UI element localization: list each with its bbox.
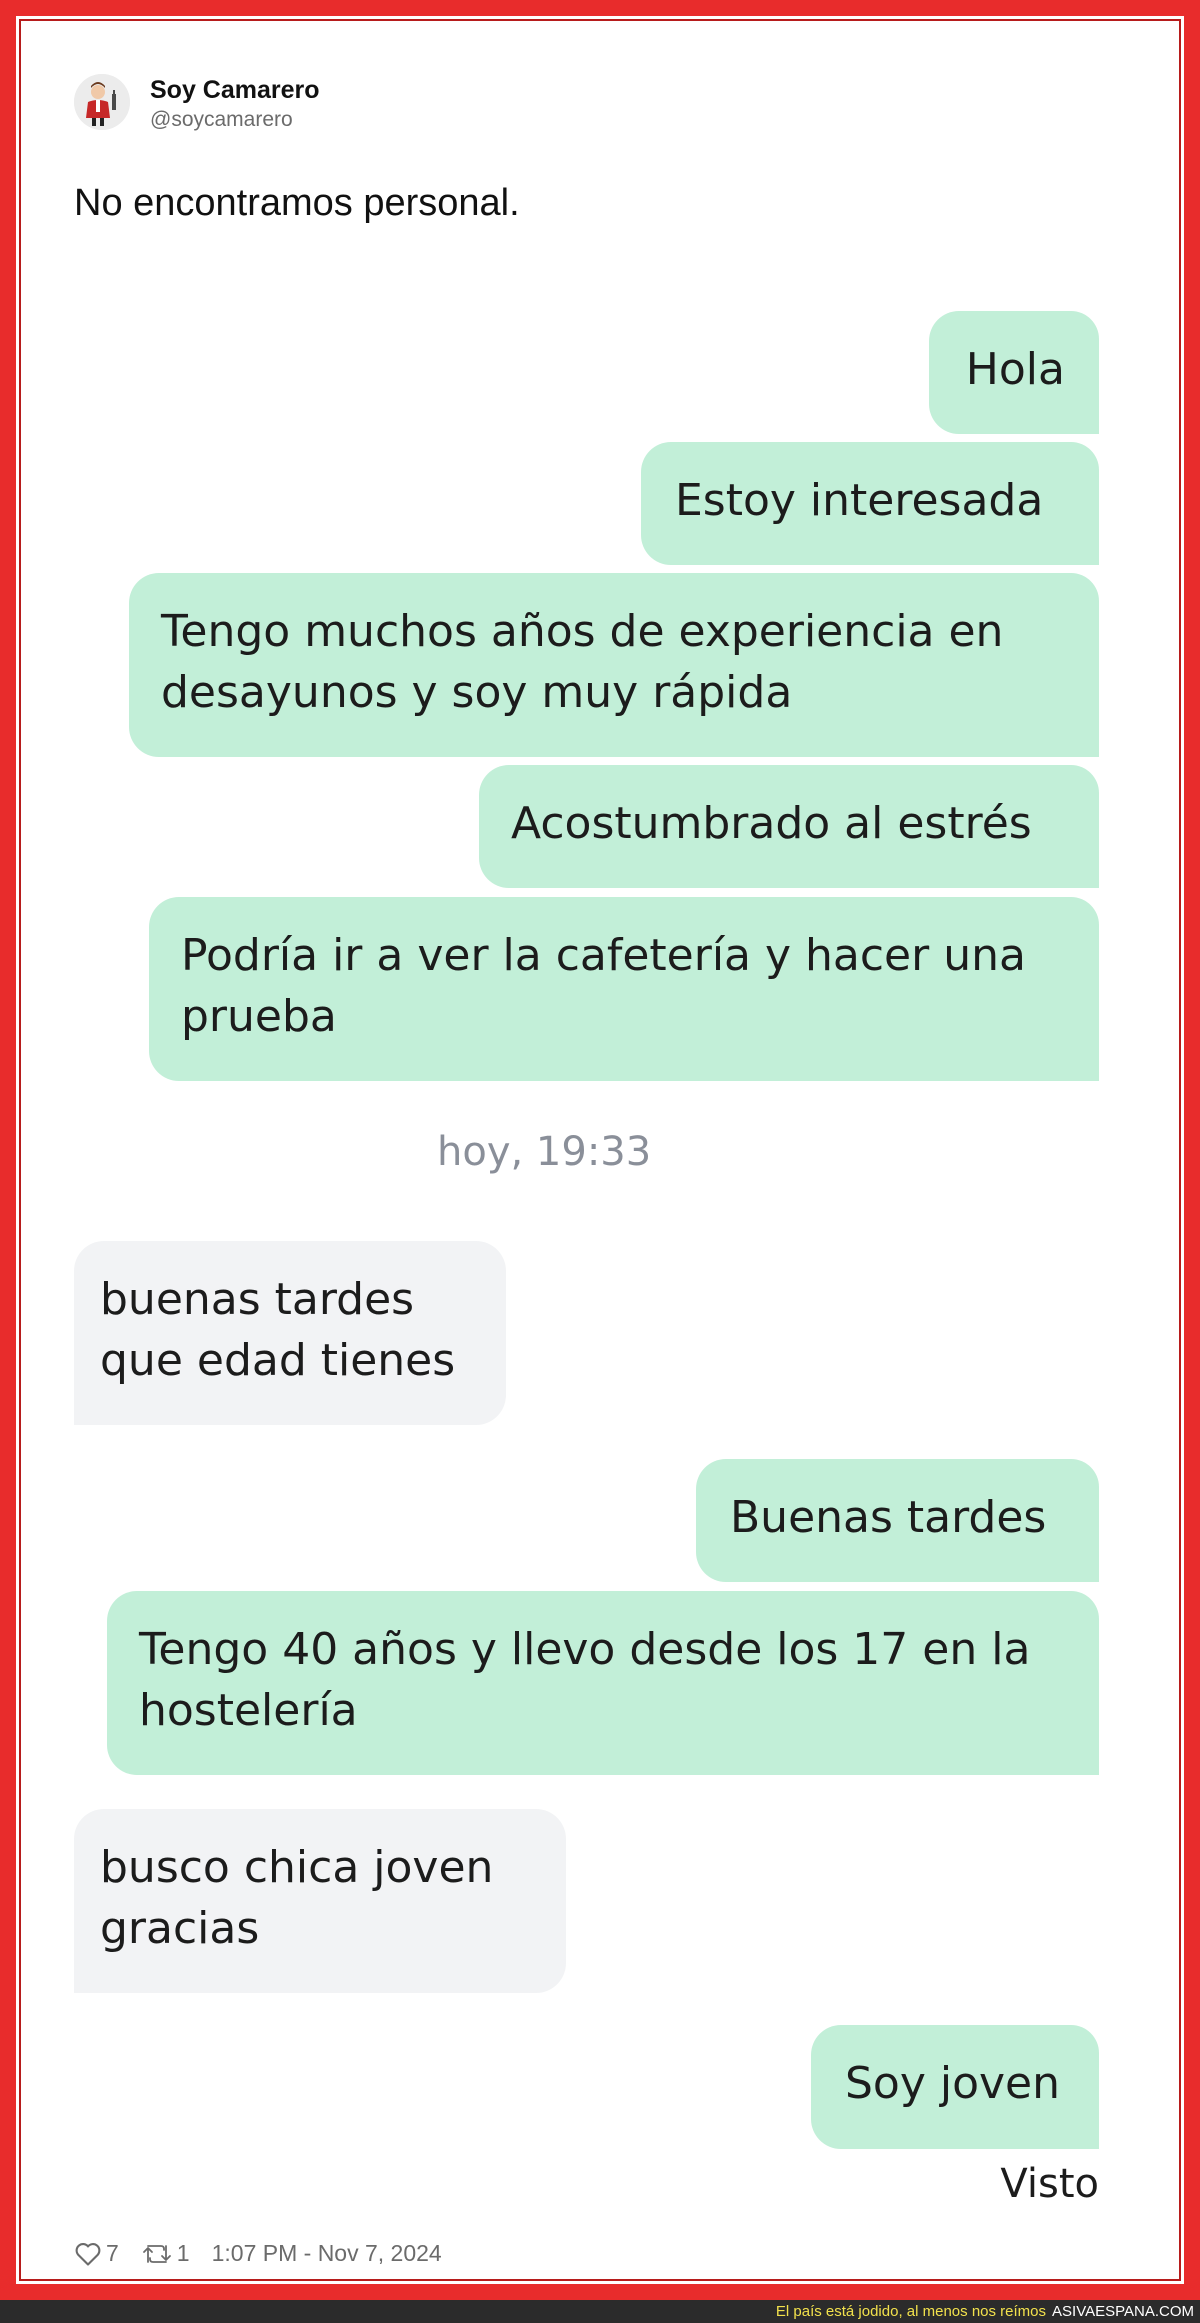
- seen-status: Visto: [1000, 2161, 1099, 2207]
- watermark-caption: El país está jodido, al menos nos reímos: [775, 2303, 1047, 2320]
- watermark-bar: El país está jodido, al menos nos reímos…: [0, 2300, 1200, 2323]
- user-handle[interactable]: @soycamarero: [150, 106, 320, 134]
- message-bubble-outgoing: Soy joven: [811, 2025, 1099, 2149]
- heart-icon: [75, 2242, 101, 2266]
- retweet-icon: [142, 2244, 171, 2263]
- message-bubble-outgoing: Tengo 40 años y llevo desde los 17 en la…: [107, 1591, 1099, 1775]
- retweet-count: 1: [176, 2240, 190, 2266]
- time-separator: hoy, 19:33: [437, 1129, 652, 1175]
- watermark-brand[interactable]: ASIVAESPANA.COM: [1052, 2303, 1194, 2320]
- message-bubble-outgoing: Tengo muchos años de experiencia en desa…: [129, 573, 1099, 757]
- author-names: Soy Camarero @soycamarero: [150, 74, 320, 134]
- waiter-avatar-icon: [74, 74, 130, 130]
- like-button[interactable]: 7: [74, 2240, 119, 2267]
- tweet-footer: 7 1 1:07 PM - Nov 7, 2024: [74, 2240, 442, 2267]
- display-name[interactable]: Soy Camarero: [150, 74, 320, 106]
- like-count: 7: [106, 2240, 119, 2266]
- tweet-header: Soy Camarero @soycamarero: [74, 74, 320, 134]
- message-bubble-outgoing: Podría ir a ver la cafetería y hacer una…: [149, 897, 1099, 1081]
- message-bubble-outgoing: Buenas tardes: [696, 1459, 1099, 1582]
- retweet-button[interactable]: 1: [141, 2240, 190, 2267]
- message-bubble-outgoing: Hola: [929, 311, 1099, 434]
- message-bubble-outgoing: Acostumbrado al estrés: [479, 765, 1099, 888]
- tweet-timestamp[interactable]: 1:07 PM - Nov 7, 2024: [212, 2240, 442, 2267]
- message-bubble-incoming: buenas tardes que edad tienes: [74, 1241, 506, 1425]
- message-bubble-outgoing: Estoy interesada: [641, 442, 1099, 565]
- tweet-text: No encontramos personal.: [74, 182, 520, 224]
- message-bubble-incoming: busco chica joven gracias: [74, 1809, 566, 1993]
- avatar[interactable]: [74, 74, 130, 130]
- tweet-card: Soy Camarero @soycamarero No encontramos…: [0, 0, 1200, 2300]
